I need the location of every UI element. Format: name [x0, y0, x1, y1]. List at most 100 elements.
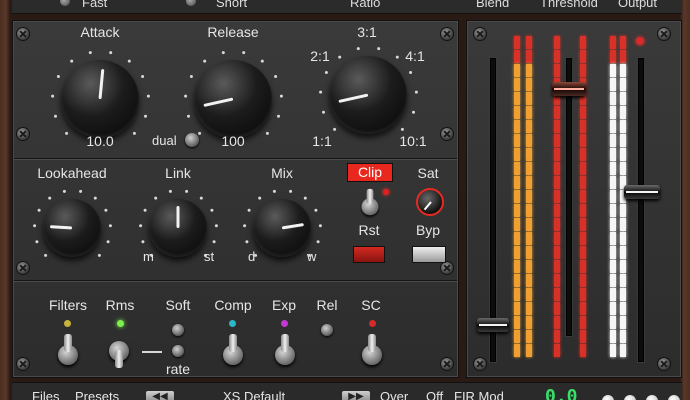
meter-segment [514, 92, 520, 105]
preset-name[interactable]: XS Default [223, 389, 285, 400]
knob-pointer [281, 223, 304, 230]
attack-knob[interactable] [61, 60, 139, 138]
rst-label: Rst [358, 222, 380, 238]
meter-segment [554, 50, 560, 63]
knob-tick [247, 208, 251, 212]
meter-segment [620, 302, 626, 315]
clip-toggle[interactable] [361, 188, 380, 221]
meter-segment [620, 64, 626, 77]
prev-preset-button[interactable]: ◀◀ [146, 391, 174, 400]
meter-segment [526, 246, 532, 259]
option-button-3[interactable] [646, 395, 658, 400]
release-knob[interactable] [194, 60, 272, 138]
next-preset-button[interactable]: ▶▶ [342, 391, 370, 400]
short-switch[interactable] [186, 0, 196, 6]
meter-segment [526, 50, 532, 63]
meter-segment [620, 344, 626, 357]
meter-segment [580, 302, 586, 315]
ratio-knob[interactable] [329, 56, 407, 134]
meter-segment [514, 204, 520, 217]
sc-led [369, 320, 376, 327]
meter-segment [580, 204, 586, 217]
clip-button[interactable]: Clip [347, 163, 393, 182]
knob-tick [288, 189, 292, 193]
attack-label: Attack [80, 24, 120, 40]
option-button-1[interactable] [602, 395, 614, 400]
rel-switch[interactable] [321, 324, 333, 336]
off-label[interactable]: Off [426, 389, 443, 400]
meter-segment [610, 36, 616, 49]
meter-segment [514, 232, 520, 245]
mix-knob[interactable] [253, 199, 311, 257]
meter-segment [610, 176, 616, 189]
output-fader[interactable] [624, 185, 660, 199]
meter-segment [554, 344, 560, 357]
meter-segment [580, 218, 586, 231]
meter-segment [554, 218, 560, 231]
knob-tick [37, 208, 41, 212]
meter-segment [526, 288, 532, 301]
byp-button[interactable] [412, 246, 446, 263]
meter-segment [554, 176, 560, 189]
meter-segment [554, 274, 560, 287]
meter-segment [514, 274, 520, 287]
meter-segment [620, 78, 626, 91]
meter-segment [526, 260, 532, 273]
knob-tick [332, 127, 336, 131]
screw-icon [474, 28, 486, 40]
screw-icon [441, 358, 453, 370]
dual-switch[interactable] [185, 133, 199, 147]
threshold-fader[interactable] [552, 82, 586, 96]
knob-tick [184, 189, 188, 193]
meter-segment [580, 274, 586, 287]
meter-segment [610, 218, 616, 231]
knob-tick [273, 74, 277, 78]
meter-segment [620, 92, 626, 105]
meter-segment [580, 288, 586, 301]
lookahead-knob[interactable] [43, 199, 101, 257]
knob-tick [337, 55, 341, 59]
blend-fader[interactable] [477, 318, 509, 332]
comp-toggle[interactable] [222, 334, 244, 372]
meter-segment [526, 204, 532, 217]
rate-switch[interactable] [172, 345, 184, 357]
knob-pointer [49, 225, 73, 230]
knob-tick [321, 110, 325, 114]
sc-toggle[interactable] [361, 334, 383, 372]
fast-switch[interactable] [60, 0, 70, 6]
meter-segment [610, 78, 616, 91]
meter-segment [610, 50, 616, 63]
files-menu[interactable]: Files [32, 389, 59, 400]
screw-icon [441, 28, 453, 40]
exp-toggle[interactable] [274, 334, 296, 372]
presets-menu[interactable]: Presets [75, 389, 119, 400]
sat-knob[interactable] [416, 188, 444, 216]
meter-segment [554, 302, 560, 315]
meter-segment [554, 260, 560, 273]
screw-icon [441, 128, 453, 140]
fir-mod-label[interactable]: FIR Mod [454, 389, 504, 400]
meter-segment [514, 64, 520, 77]
meter-segment [580, 344, 586, 357]
meter-segment [620, 36, 626, 49]
knob-tick [276, 114, 280, 118]
gain-readout: 0.0 [545, 386, 578, 400]
dual-label: dual [152, 133, 177, 148]
knob-tick [103, 208, 107, 212]
rms-toggle[interactable] [108, 330, 130, 368]
meter-segment [554, 106, 560, 119]
option-button-4[interactable] [668, 395, 680, 400]
knob-tick [356, 46, 360, 50]
meter-segment [526, 134, 532, 147]
meter-segment [526, 274, 532, 287]
meter-segment [580, 246, 586, 259]
filters-toggle[interactable] [57, 334, 79, 372]
rst-button[interactable] [353, 246, 385, 263]
soft-switch[interactable] [172, 324, 184, 336]
meter-segment [580, 36, 586, 49]
meter-segment [620, 148, 626, 161]
rms-led [117, 320, 124, 327]
link-knob[interactable] [149, 199, 207, 257]
meter-segment [554, 36, 560, 49]
option-button-2[interactable] [624, 395, 636, 400]
